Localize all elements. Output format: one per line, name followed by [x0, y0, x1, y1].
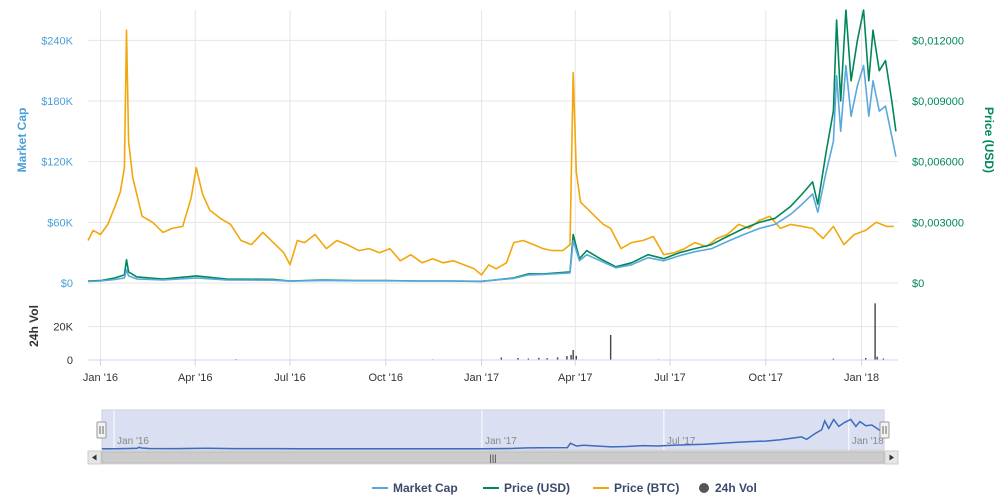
navigator-tick-label: Jan '17 [485, 436, 517, 447]
volume-bar [570, 355, 572, 360]
legend-item-market-cap[interactable]: Market Cap [372, 481, 458, 495]
y-right-axis-title: Price (USD) [982, 107, 996, 173]
series-lines [87, 9, 897, 283]
y-left-tick-label: $180K [41, 96, 73, 108]
scrollbar-grip[interactable]: ||| [489, 453, 496, 463]
volume-bar [566, 356, 568, 360]
legend: Market Cap Price (USD) Price (BTC) 24h V… [372, 481, 757, 495]
x-tick-label: Jul '16 [274, 372, 305, 384]
legend-label-24h-vol: 24h Vol [715, 481, 757, 495]
x-tick-label: Oct '17 [749, 372, 784, 384]
y-volume-tick-label: 0 [67, 355, 73, 367]
gridlines [88, 10, 898, 361]
legend-item-price-usd[interactable]: Price (USD) [483, 481, 570, 495]
y-right-tick-label: $0 [912, 278, 924, 290]
navigator-tick-label: Jul '17 [667, 436, 696, 447]
navigator[interactable]: Jan '16 Jan '17 Jul '17 Jan '18 [96, 409, 890, 451]
x-tick-label: Jan '18 [844, 372, 879, 384]
navigator-tick-label: Jan '16 [117, 436, 149, 447]
x-tick-label: Jul '17 [654, 372, 685, 384]
volume-bar [874, 303, 876, 360]
scrollbar[interactable]: ||| [87, 450, 899, 465]
volume-bars [198, 303, 885, 360]
x-tick-label: Apr '17 [558, 372, 593, 384]
y-right-tick-label: $0,006000 [912, 157, 964, 169]
legend-label-market-cap: Market Cap [393, 481, 458, 495]
y-volume-axis-title: 24h Vol [27, 305, 41, 347]
y-right-tick-label: $0,009000 [912, 96, 964, 108]
y-right-tick-label: $0,003000 [912, 217, 964, 229]
series-line-price-usd [87, 9, 897, 283]
x-tick-label: Jan '16 [83, 372, 118, 384]
navigator-handle-right[interactable] [879, 421, 890, 439]
legend-label-price-btc: Price (BTC) [614, 481, 679, 495]
volume-bar [575, 355, 577, 360]
axes: $0 $60K $120K $180K $240K $0 $0,003000 $0,00600… [41, 35, 964, 384]
series-line-price-btc [87, 29, 894, 276]
scrollbar-left-arrow[interactable] [87, 450, 102, 465]
legend-item-price-btc[interactable]: Price (BTC) [593, 481, 679, 495]
y-left-axis-title: Market Cap [15, 108, 29, 173]
scrollbar-right-arrow[interactable] [884, 450, 899, 465]
y-right-tick-label: $0,012000 [912, 35, 964, 47]
volume-bar [609, 335, 612, 360]
market-chart: $0 $60K $120K $180K $240K $0 $0,003000 $0,00600… [15, 9, 996, 495]
series-line-market-cap [87, 64, 897, 283]
x-tick-label: Oct '16 [369, 372, 404, 384]
volume-bar [572, 350, 574, 360]
y-left-tick-label: $120K [41, 157, 73, 169]
legend-marker-24h-vol [699, 483, 709, 493]
navigator-tick-label: Jan '18 [852, 436, 884, 447]
navigator-handle-left[interactable] [96, 421, 107, 439]
y-left-tick-label: $0 [61, 278, 73, 290]
y-volume-tick-label: 20K [53, 322, 73, 334]
legend-label-price-usd: Price (USD) [504, 481, 570, 495]
legend-item-24h-vol[interactable]: 24h Vol [699, 481, 757, 495]
y-left-tick-label: $240K [41, 35, 73, 47]
x-tick-label: Jan '17 [464, 372, 499, 384]
y-left-tick-label: $60K [47, 217, 73, 229]
x-tick-label: Apr '16 [178, 372, 213, 384]
